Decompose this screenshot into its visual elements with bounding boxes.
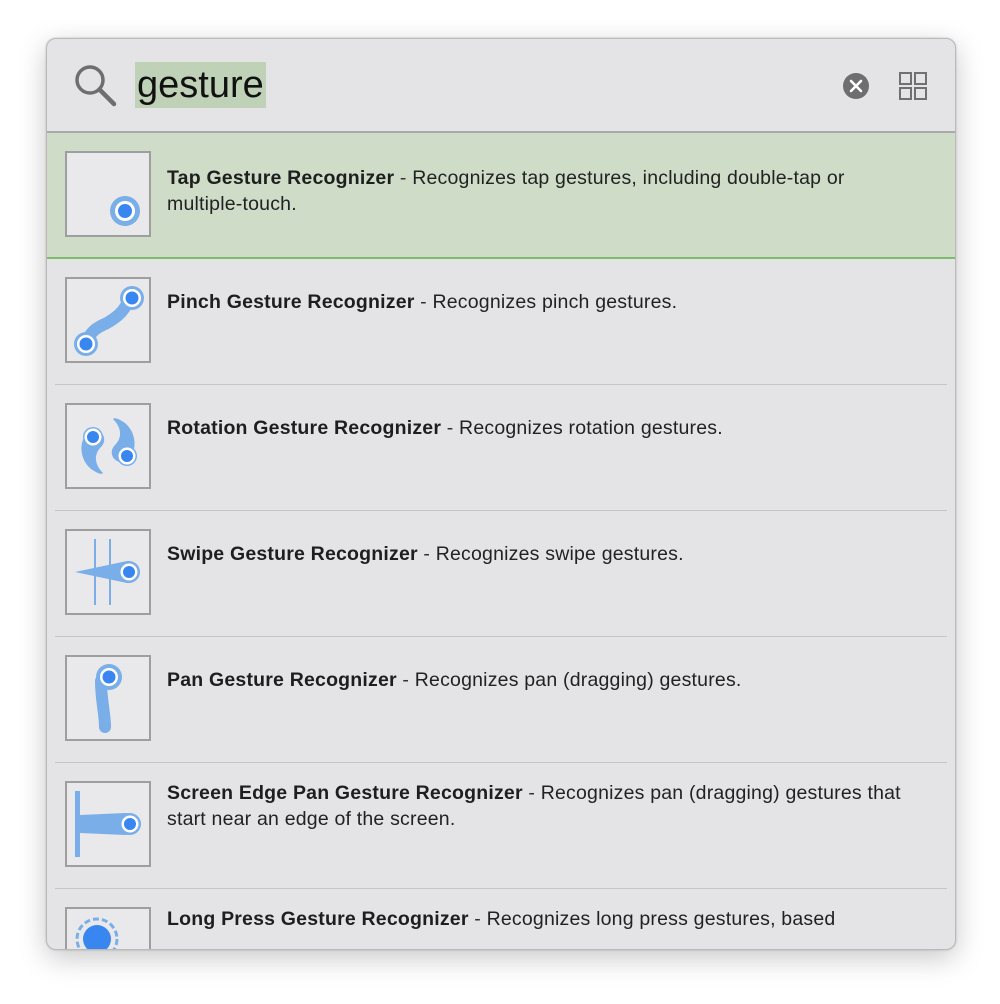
item-name: Long Press Gesture Recognizer bbox=[167, 908, 469, 930]
search-input[interactable]: gesture bbox=[135, 62, 266, 108]
item-separator: - bbox=[396, 669, 415, 691]
item-name: Pinch Gesture Recognizer bbox=[167, 291, 415, 313]
item-name: Screen Edge Pan Gesture Recognizer bbox=[167, 782, 523, 804]
list-item-pinch-gesture-recognizer[interactable]: Pinch Gesture Recognizer - Recognizes pi… bbox=[47, 259, 955, 385]
search-icon bbox=[75, 65, 117, 107]
item-separator: - bbox=[417, 543, 436, 565]
list-item-rotation-gesture-recognizer[interactable]: Rotation Gesture Recognizer - Recognizes… bbox=[47, 385, 955, 511]
grid-view-icon[interactable] bbox=[898, 71, 928, 101]
clear-icon[interactable] bbox=[842, 72, 870, 100]
list-item-text: Pinch Gesture Recognizer - Recognizes pi… bbox=[167, 289, 925, 315]
item-separator: - bbox=[414, 291, 433, 313]
item-description: Recognizes rotation gestures. bbox=[459, 417, 723, 439]
list-item-text: Screen Edge Pan Gesture Recognizer - Rec… bbox=[167, 780, 925, 832]
library-panel: gesture Tap Gesture Recognizer - Recogni… bbox=[46, 38, 956, 950]
list-item-swipe-gesture-recognizer[interactable]: Swipe Gesture Recognizer - Recognizes sw… bbox=[47, 511, 955, 637]
long-press-gesture-icon bbox=[65, 907, 151, 949]
swipe-gesture-icon bbox=[65, 529, 151, 615]
item-separator: - bbox=[441, 417, 460, 439]
list-item-long-press-gesture-recognizer[interactable]: Long Press Gesture Recognizer - Recogniz… bbox=[47, 889, 955, 949]
list-item-tap-gesture-recognizer[interactable]: Tap Gesture Recognizer - Recognizes tap … bbox=[47, 133, 955, 259]
list-item-text: Swipe Gesture Recognizer - Recognizes sw… bbox=[167, 541, 925, 567]
results-list: Tap Gesture Recognizer - Recognizes tap … bbox=[47, 133, 955, 949]
search-bar: gesture bbox=[47, 39, 955, 133]
list-item-text: Pan Gesture Recognizer - Recognizes pan … bbox=[167, 667, 925, 693]
item-description: Recognizes pan (dragging) gestures. bbox=[414, 669, 742, 691]
item-description: Recognizes long press gestures, based bbox=[486, 908, 836, 930]
list-item-text: Long Press Gesture Recognizer - Recogniz… bbox=[167, 906, 925, 932]
list-item-pan-gesture-recognizer[interactable]: Pan Gesture Recognizer - Recognizes pan … bbox=[47, 637, 955, 763]
pinch-gesture-icon bbox=[65, 277, 151, 363]
list-item-text: Rotation Gesture Recognizer - Recognizes… bbox=[167, 415, 925, 441]
item-name: Pan Gesture Recognizer bbox=[167, 669, 397, 691]
item-name: Swipe Gesture Recognizer bbox=[167, 543, 418, 565]
item-separator: - bbox=[394, 167, 413, 189]
screen-edge-pan-gesture-icon bbox=[65, 781, 151, 867]
list-item-screen-edge-pan-gesture-recognizer[interactable]: Screen Edge Pan Gesture Recognizer - Rec… bbox=[47, 763, 955, 889]
item-description: Recognizes swipe gestures. bbox=[435, 543, 684, 565]
item-name: Tap Gesture Recognizer bbox=[167, 167, 395, 189]
rotation-gesture-icon bbox=[65, 403, 151, 489]
item-name: Rotation Gesture Recognizer bbox=[167, 417, 442, 439]
pan-gesture-icon bbox=[65, 655, 151, 741]
item-separator: - bbox=[522, 782, 541, 804]
tap-gesture-icon bbox=[65, 151, 151, 237]
item-description: Recognizes pinch gestures. bbox=[432, 291, 678, 313]
list-item-text: Tap Gesture Recognizer - Recognizes tap … bbox=[167, 165, 925, 217]
item-separator: - bbox=[468, 908, 487, 930]
